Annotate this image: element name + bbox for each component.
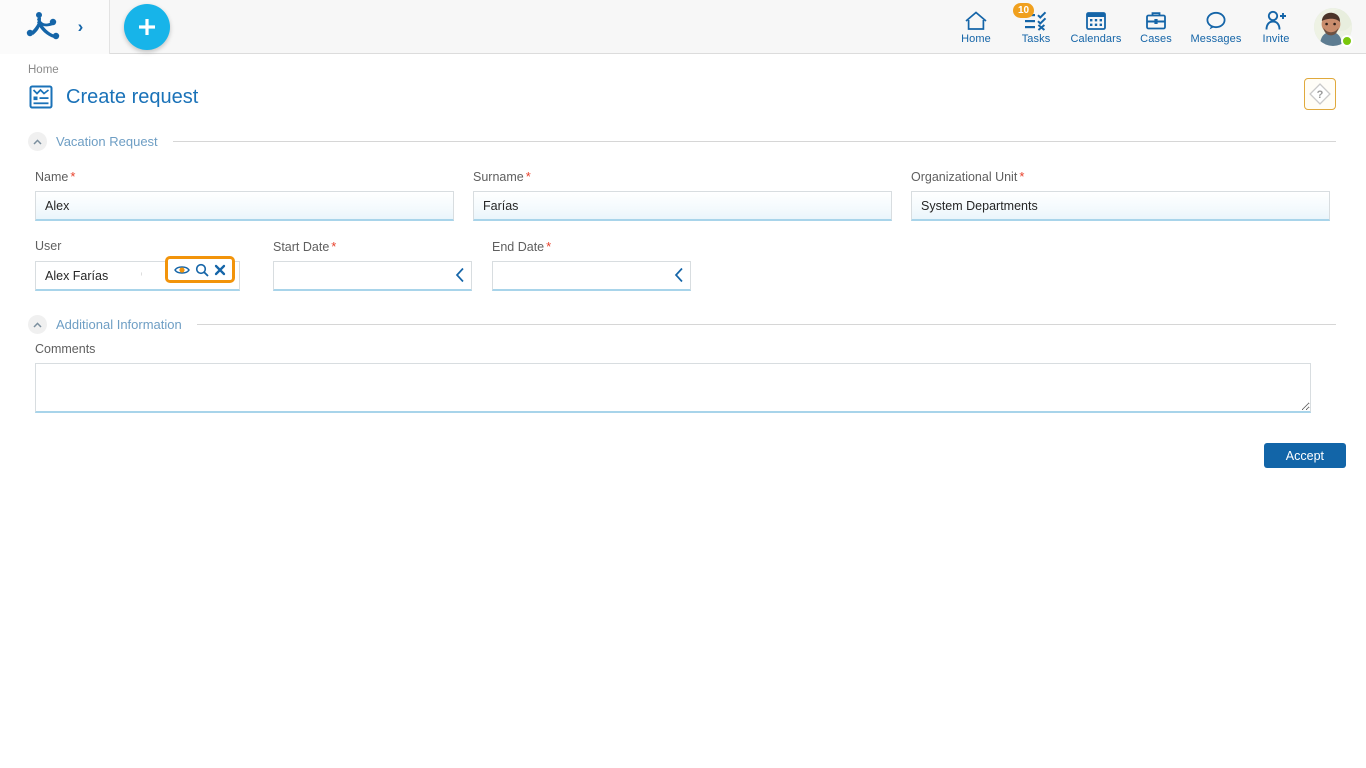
comments-textarea[interactable]	[35, 363, 1311, 413]
field-start-date: Start Date *	[273, 239, 472, 291]
label-organizational-unit-text: Organizational Unit	[911, 170, 1018, 184]
form-fields: Name* Surname* Organizational Unit* Us	[35, 169, 1366, 291]
section-divider	[196, 324, 1336, 325]
clear-x-icon[interactable]	[214, 264, 226, 276]
form-row-2: User Alex Farías Start Date * End Date *	[35, 239, 1366, 291]
label-start-date-text: Start Date	[273, 240, 330, 254]
label-comments: Comments	[35, 342, 96, 356]
field-comments: Comments	[35, 342, 1366, 413]
plus-icon	[139, 18, 155, 35]
end-date-group	[492, 261, 691, 291]
accept-button[interactable]: Accept	[1263, 443, 1346, 468]
top-nav-items: Home 10 Tasks Calendars Cases Messages I…	[946, 0, 1360, 54]
help-diamond-icon: ?	[1309, 83, 1331, 105]
required-marker: *	[1019, 169, 1025, 184]
field-surname: Surname *	[473, 169, 892, 221]
form-actions: Accept	[35, 443, 1346, 468]
label-user: User	[35, 239, 62, 253]
sidebar-expand-arrow[interactable]: ›	[78, 18, 84, 35]
section-title-additional-information: Additional Information	[56, 317, 182, 332]
name-input[interactable]	[35, 191, 454, 221]
required-marker: *	[70, 169, 76, 184]
breadcrumb-home[interactable]: Home	[28, 64, 59, 76]
top-navigation-bar: › Home 10 Tasks Calendars Cases Messages…	[0, 0, 1366, 54]
form-row-1: Name* Surname* Organizational Unit*	[35, 169, 1366, 221]
page-title: Create request	[66, 85, 199, 108]
label-organizational-unit: Organizational Unit *	[911, 169, 1330, 184]
required-marker: *	[525, 169, 531, 184]
field-end-date: End Date *	[492, 239, 691, 291]
create-new-button[interactable]	[124, 3, 170, 50]
app-logo-icon[interactable]	[26, 11, 60, 43]
end-date-input[interactable]	[492, 261, 691, 291]
nav-label-calendars: Calendars	[1070, 33, 1122, 45]
nav-item-calendars[interactable]: Calendars	[1066, 0, 1126, 54]
search-icon[interactable]	[195, 263, 209, 277]
label-name-text: Name	[35, 170, 69, 184]
chevron-up-icon	[33, 321, 42, 328]
field-organizational-unit: Organizational Unit *	[911, 169, 1330, 221]
section-divider	[172, 141, 1336, 142]
user-plus-icon	[1264, 9, 1288, 31]
home-icon	[964, 9, 988, 31]
avatar[interactable]	[1306, 0, 1360, 54]
field-user: User	[35, 239, 240, 291]
page-title-row: Create request	[28, 84, 1366, 110]
organizational-unit-input[interactable]	[911, 191, 1330, 221]
nav-item-messages[interactable]: Messages	[1186, 0, 1246, 54]
start-date-input[interactable]	[273, 261, 472, 291]
help-button[interactable]: ?	[1304, 78, 1336, 110]
briefcase-icon	[1145, 9, 1167, 31]
nav-label-cases: Cases	[1140, 33, 1172, 45]
required-marker: *	[546, 239, 552, 254]
date-picker-chevron-icon[interactable]	[674, 267, 684, 288]
eye-icon[interactable]	[174, 264, 190, 276]
nav-label-tasks: Tasks	[1021, 33, 1051, 45]
label-surname-text: Surname	[473, 170, 524, 184]
nav-label-messages: Messages	[1190, 33, 1242, 45]
collapse-toggle-vacation-request[interactable]	[28, 132, 47, 151]
svg-text:?: ?	[1317, 89, 1324, 101]
tasks-badge: 10	[1013, 3, 1035, 18]
label-surname: Surname *	[473, 169, 892, 184]
start-date-group	[273, 261, 472, 291]
surname-input[interactable]	[473, 191, 892, 221]
chevron-up-icon	[33, 138, 42, 145]
label-start-date: Start Date *	[273, 239, 472, 254]
user-lookup-group	[35, 256, 240, 291]
online-status-dot	[1341, 35, 1353, 47]
chat-icon	[1205, 9, 1227, 31]
collapse-toggle-additional-information[interactable]	[28, 315, 47, 334]
form-document-icon	[29, 85, 53, 109]
user-lookup-actions-highlight	[165, 256, 235, 283]
field-name: Name *	[35, 169, 454, 221]
section-header-vacation-request[interactable]: Vacation Request	[28, 132, 1336, 151]
label-end-date: End Date *	[492, 239, 691, 254]
nav-label-invite: Invite	[1262, 33, 1290, 45]
nav-item-cases[interactable]: Cases	[1126, 0, 1186, 54]
label-end-date-text: End Date	[492, 240, 545, 254]
nav-label-home: Home	[961, 33, 991, 45]
nav-item-tasks[interactable]: 10 Tasks	[1006, 0, 1066, 54]
page-body: Home Create request ? Vacation Request N…	[0, 54, 1366, 468]
date-picker-chevron-icon[interactable]	[455, 267, 465, 288]
nav-item-invite[interactable]: Invite	[1246, 0, 1306, 54]
required-marker: *	[331, 239, 337, 254]
label-name: Name *	[35, 169, 454, 184]
section-title-vacation-request: Vacation Request	[56, 134, 158, 149]
nav-item-home[interactable]: Home	[946, 0, 1006, 54]
section-header-additional-information[interactable]: Additional Information	[28, 315, 1336, 334]
calendar-icon	[1085, 9, 1107, 31]
logo-zone: ›	[0, 0, 110, 54]
